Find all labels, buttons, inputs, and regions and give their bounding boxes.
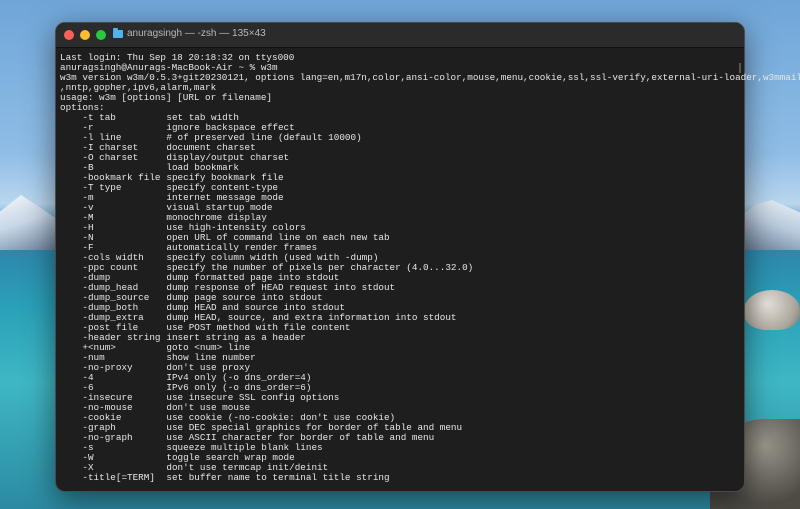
option-flag: -m [82, 192, 94, 203]
option-row: -no-proxy don't use proxy [60, 363, 744, 373]
option-row: -no-mouse don't use mouse [60, 403, 744, 413]
option-row: -l line # of preserved line (default 1000… [60, 133, 744, 143]
option-flag: -4 [82, 372, 94, 383]
option-row: -dump_head dump response of HEAD request … [60, 283, 744, 293]
option-row: -num show line number [60, 353, 744, 363]
terminal-line: options: [60, 102, 105, 113]
option-flag: -M [82, 212, 94, 223]
option-flag: -s [82, 442, 94, 453]
option-row: -T type specify content-type [60, 183, 744, 193]
option-row: -post file use POST method with file cont… [60, 323, 744, 333]
option-flag: -W [82, 452, 94, 463]
option-description: set buffer name to terminal title string [166, 472, 390, 483]
option-row: -X don't use termcap init/deinit [60, 463, 744, 473]
option-flag: -no-graph [82, 432, 133, 443]
option-row: -s squeeze multiple blank lines [60, 443, 744, 453]
zoom-button[interactable] [96, 30, 106, 40]
option-flag: +<num> [82, 342, 116, 353]
option-row: -insecure use insecure SSL config options [60, 393, 744, 403]
option-row: -ppc count specify the number of pixels p… [60, 263, 744, 273]
option-row: -dump_source dump page source into stdout [60, 293, 744, 303]
option-flag: -no-proxy [82, 362, 133, 373]
option-flag: -H [82, 222, 94, 233]
option-row: +<num> goto <num> line [60, 343, 744, 353]
option-row: -H use high-intensity colors [60, 223, 744, 233]
option-flag: -T type [82, 182, 122, 193]
options-list: -t tab set tab width -r ignore backspace ef… [60, 113, 744, 483]
option-row: -F automatically render frames [60, 243, 744, 253]
option-row: -N open URL of command line on each new t… [60, 233, 744, 243]
option-flag: -t tab [82, 112, 116, 123]
window-title: anuragsingh — -zsh — 135×43 [113, 28, 266, 40]
option-flag: -ppc count [82, 262, 139, 273]
option-row: -no-graph use ASCII character for border … [60, 433, 744, 443]
option-flag: -title[=TERM] [82, 472, 155, 483]
option-row: -title[=TERM] set buffer name to terminal… [60, 473, 744, 483]
scrollbar[interactable] [739, 63, 741, 73]
option-row: -M monochrome display [60, 213, 744, 223]
window-title-text: anuragsingh — -zsh — 135×43 [127, 28, 266, 39]
option-row: -O charset display/output charset [60, 153, 744, 163]
option-flag: -O charset [82, 152, 139, 163]
option-row: -v visual startup mode [60, 203, 744, 213]
option-row: -W toggle search wrap mode [60, 453, 744, 463]
option-row: -dump dump formatted page into stdout [60, 273, 744, 283]
minimize-button[interactable] [80, 30, 90, 40]
rock [744, 290, 800, 330]
option-flag: -N [82, 232, 94, 243]
terminal-line: usage: w3m [options] [URL or filename] [60, 92, 273, 103]
close-button[interactable] [64, 30, 74, 40]
option-row: -m internet message mode [60, 193, 744, 203]
option-row: -4 IPv4 only (-o dns_order=4) [60, 373, 744, 383]
option-row: -dump_extra dump HEAD, source, and extra … [60, 313, 744, 323]
option-row: -bookmark file specify bookmark file [60, 173, 744, 183]
option-row: -B load bookmark [60, 163, 744, 173]
option-row: -6 IPv6 only (-o dns_order=6) [60, 383, 744, 393]
option-row: -I charset document charset [60, 143, 744, 153]
option-flag: -v [82, 202, 94, 213]
option-row: -t tab set tab width [60, 113, 744, 123]
folder-icon [113, 28, 123, 38]
option-row: -header string insert string as a header [60, 333, 744, 343]
option-row: -r ignore backspace effect [60, 123, 744, 133]
terminal-window[interactable]: anuragsingh — -zsh — 135×43 Last login: … [55, 22, 800, 492]
terminal-output[interactable]: Last login: Thu Sep 18 20:18:32 on ttys0… [56, 48, 800, 483]
title-bar[interactable]: anuragsingh — -zsh — 135×43 [56, 23, 744, 48]
